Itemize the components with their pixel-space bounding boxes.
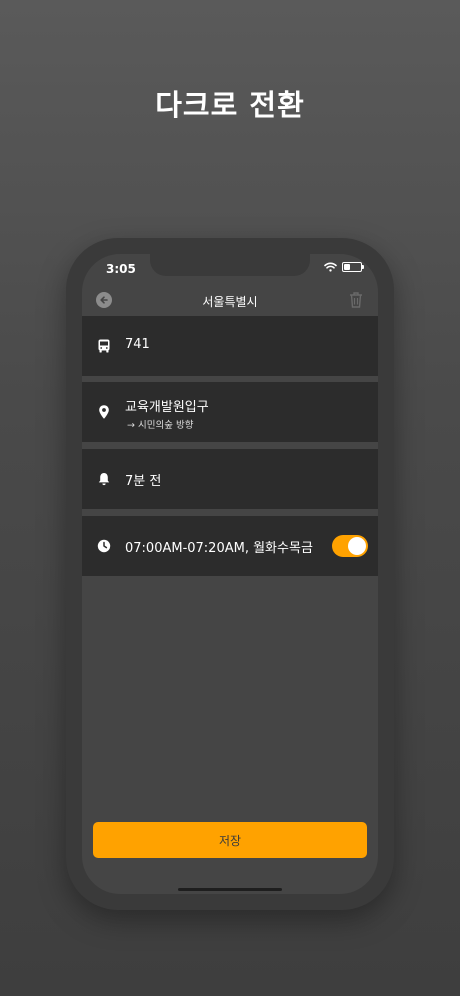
stop-name: 교육개발원입구 (125, 400, 209, 415)
page-headline: 다크로 전환 (155, 88, 305, 122)
phone-mockup: 3:05 서울특별시 741 교육개발원입구 → 시민의숲 방향 7분 전 07… (66, 238, 394, 910)
clock-icon (96, 538, 112, 554)
alarm-time-row[interactable]: 7분 전 (82, 449, 378, 509)
delete-button[interactable] (346, 290, 366, 310)
toggle-knob (348, 537, 366, 555)
battery-icon (342, 262, 364, 272)
schedule-text: 07:00AM-07:20AM, 월화수목금 (125, 541, 313, 556)
bus-number: 741 (125, 337, 150, 352)
bus-stop-row[interactable]: 교육개발원입구 → 시민의숲 방향 (82, 382, 378, 442)
bus-icon (96, 338, 112, 354)
status-time: 3:05 (106, 262, 136, 276)
phone-screen: 3:05 서울특별시 741 교육개발원입구 → 시민의숲 방향 7분 전 07… (82, 254, 378, 894)
nav-title: 서울특별시 (202, 295, 258, 309)
bell-icon (96, 471, 112, 487)
wifi-icon (324, 262, 337, 272)
home-indicator (178, 888, 282, 891)
stop-direction: → 시민의숲 방향 (127, 420, 194, 431)
notch (150, 254, 310, 276)
location-pin-icon (96, 404, 112, 420)
alarm-lead-time: 7분 전 (125, 474, 162, 489)
schedule-toggle[interactable] (332, 535, 368, 557)
status-icons (324, 262, 364, 272)
schedule-row[interactable]: 07:00AM-07:20AM, 월화수목금 (82, 516, 378, 576)
nav-bar: 서울특별시 (82, 286, 378, 316)
trash-icon (350, 292, 362, 308)
save-button[interactable]: 저장 (93, 822, 367, 858)
bus-route-row[interactable]: 741 (82, 316, 378, 376)
